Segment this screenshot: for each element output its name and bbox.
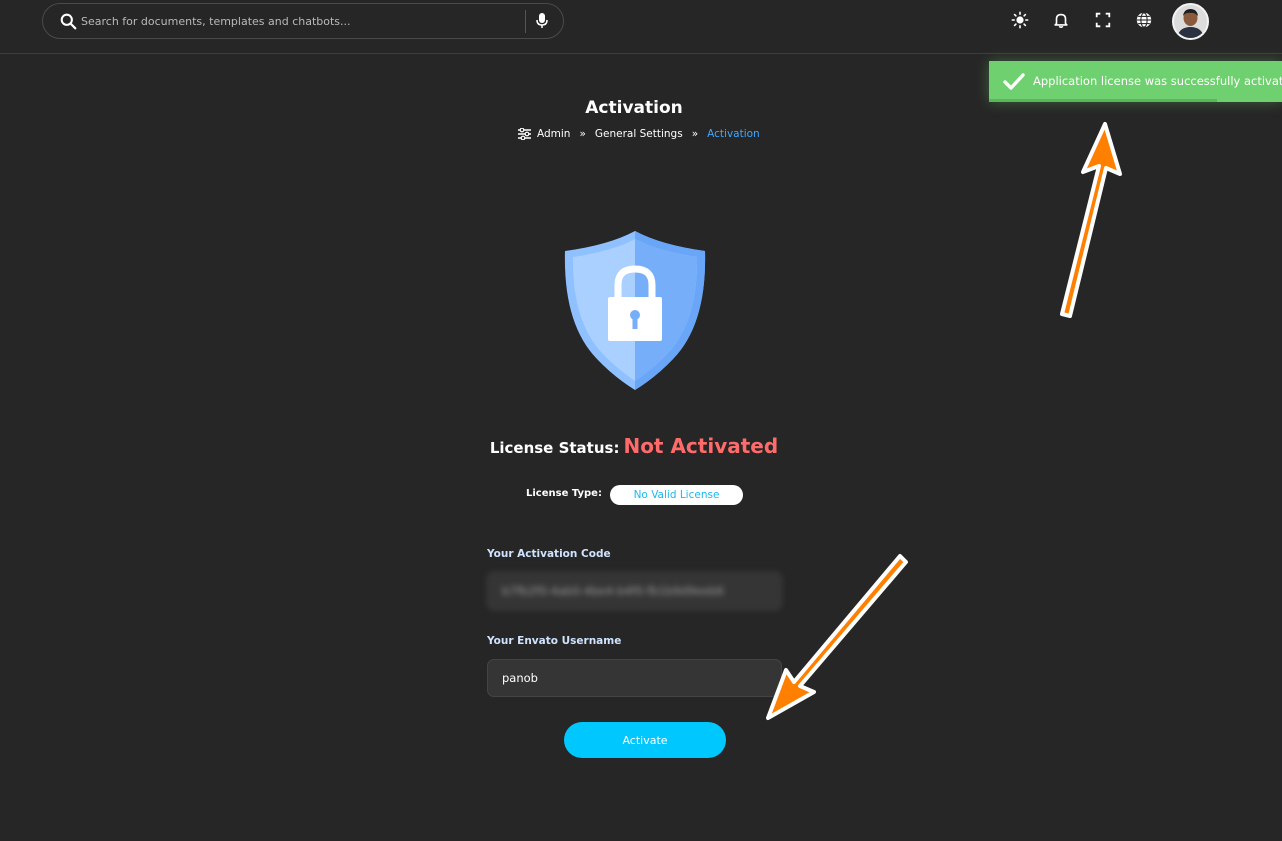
license-type-label: License Type:: [526, 488, 602, 499]
annotation-arrow-up: [1060, 122, 1122, 318]
annotation-arrow-down: [766, 554, 908, 720]
check-icon: [1003, 73, 1025, 90]
activate-button[interactable]: Activate: [564, 722, 726, 758]
envato-username-input[interactable]: [487, 659, 782, 697]
breadcrumb-separator: »: [691, 128, 699, 140]
sun-icon[interactable]: [1011, 11, 1029, 29]
search-input[interactable]: [81, 10, 521, 32]
breadcrumb-item-admin[interactable]: Admin: [537, 128, 570, 140]
toast-message: Application license was successfully act…: [1033, 74, 1282, 88]
bell-icon[interactable]: [1052, 11, 1070, 29]
license-status-label: License Status:: [489, 439, 620, 457]
microphone-icon[interactable]: [535, 12, 549, 30]
top-bar: [0, 0, 1282, 54]
fullscreen-icon[interactable]: [1094, 11, 1112, 29]
avatar[interactable]: [1172, 3, 1209, 40]
search-divider: [525, 10, 526, 33]
user-avatar-image: [1174, 5, 1207, 38]
shield-lock-icon: [564, 231, 706, 390]
activation-code-input[interactable]: [487, 572, 782, 610]
breadcrumb-item-activation: Activation: [707, 128, 760, 140]
globe-icon[interactable]: [1135, 11, 1153, 29]
breadcrumb: Admin » General Settings » Activation: [518, 127, 760, 141]
license-status-value: Not Activated: [623, 434, 779, 458]
search-box[interactable]: [42, 3, 564, 39]
search-icon: [60, 13, 77, 30]
breadcrumb-separator: »: [579, 128, 586, 140]
license-status: License Status: Not Activated: [0, 434, 1268, 458]
page-title: Activation: [585, 98, 683, 118]
sliders-icon: [518, 128, 531, 140]
activation-code-label: Your Activation Code: [487, 548, 611, 560]
license-type-badge: No Valid License: [610, 485, 743, 505]
success-toast[interactable]: Application license was successfully act…: [989, 61, 1282, 102]
envato-username-label: Your Envato Username: [487, 635, 622, 647]
breadcrumb-item-general-settings[interactable]: General Settings: [595, 128, 683, 140]
